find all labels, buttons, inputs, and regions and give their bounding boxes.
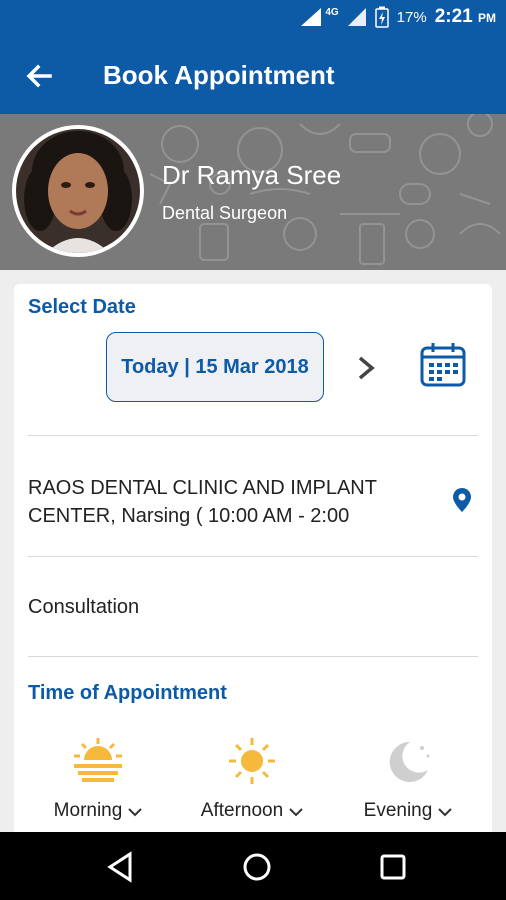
sunrise-icon xyxy=(74,738,122,782)
nav-back-icon[interactable] xyxy=(104,850,138,884)
avatar-photo xyxy=(16,129,140,253)
page-title: Book Appointment xyxy=(103,60,335,90)
doctor-name: Dr Ramya Sree xyxy=(162,160,342,190)
slot-morning[interactable]: Morning xyxy=(38,736,158,822)
chevron-down-icon xyxy=(128,808,143,817)
nav-recents-icon[interactable] xyxy=(376,850,410,884)
chevron-down-icon xyxy=(289,808,303,817)
moon-icon xyxy=(389,741,430,782)
doctor-specialty: Dental Surgeon xyxy=(162,203,288,223)
signal-icon-2 xyxy=(347,8,366,26)
signal-icon xyxy=(301,8,322,26)
consultation-label[interactable]: Consultation xyxy=(28,596,139,619)
clock: 2:21 PM xyxy=(435,6,496,28)
slot-label: Morning xyxy=(53,800,123,821)
location-pin-icon[interactable] xyxy=(451,487,473,513)
status-icons: 4G 17% 2:21 PM xyxy=(299,6,496,28)
nav-home-icon[interactable] xyxy=(240,850,274,884)
network-type: 4G xyxy=(325,6,339,18)
chevron-right-icon[interactable] xyxy=(352,352,380,384)
chevron-down-icon xyxy=(438,808,453,817)
clock-time: 2:21 xyxy=(434,6,473,27)
divider xyxy=(28,435,478,436)
doctor-avatar xyxy=(12,125,144,257)
divider xyxy=(28,556,478,557)
slot-afternoon[interactable]: Afternoon xyxy=(192,736,312,822)
slot-evening[interactable]: Evening xyxy=(348,736,468,822)
time-of-appointment-heading: Time of Appointment xyxy=(28,682,227,704)
slot-label: Evening xyxy=(363,800,433,821)
slot-label: Afternoon xyxy=(200,800,284,821)
booking-card: Select Date Today | 15 Mar 2018 RAOS DEN… xyxy=(14,284,492,844)
status-bar: 4G 17% 2:21 PM xyxy=(0,0,506,38)
battery-icon xyxy=(374,6,389,28)
back-arrow-icon[interactable] xyxy=(22,58,58,94)
clinic-info[interactable]: RAOS DENTAL CLINIC AND IMPLANT CENTER, N… xyxy=(28,474,428,530)
clock-ampm: PM xyxy=(478,11,496,25)
divider xyxy=(28,656,478,657)
person-photo-icon xyxy=(16,129,140,253)
select-date-heading: Select Date xyxy=(28,296,136,318)
date-selector[interactable]: Today | 15 Mar 2018 xyxy=(106,332,324,402)
sun-icon xyxy=(229,738,275,784)
battery-level: 17% xyxy=(396,8,427,26)
app-bar: Book Appointment xyxy=(0,38,506,114)
system-nav-bar xyxy=(0,832,506,900)
calendar-icon[interactable] xyxy=(419,340,467,388)
